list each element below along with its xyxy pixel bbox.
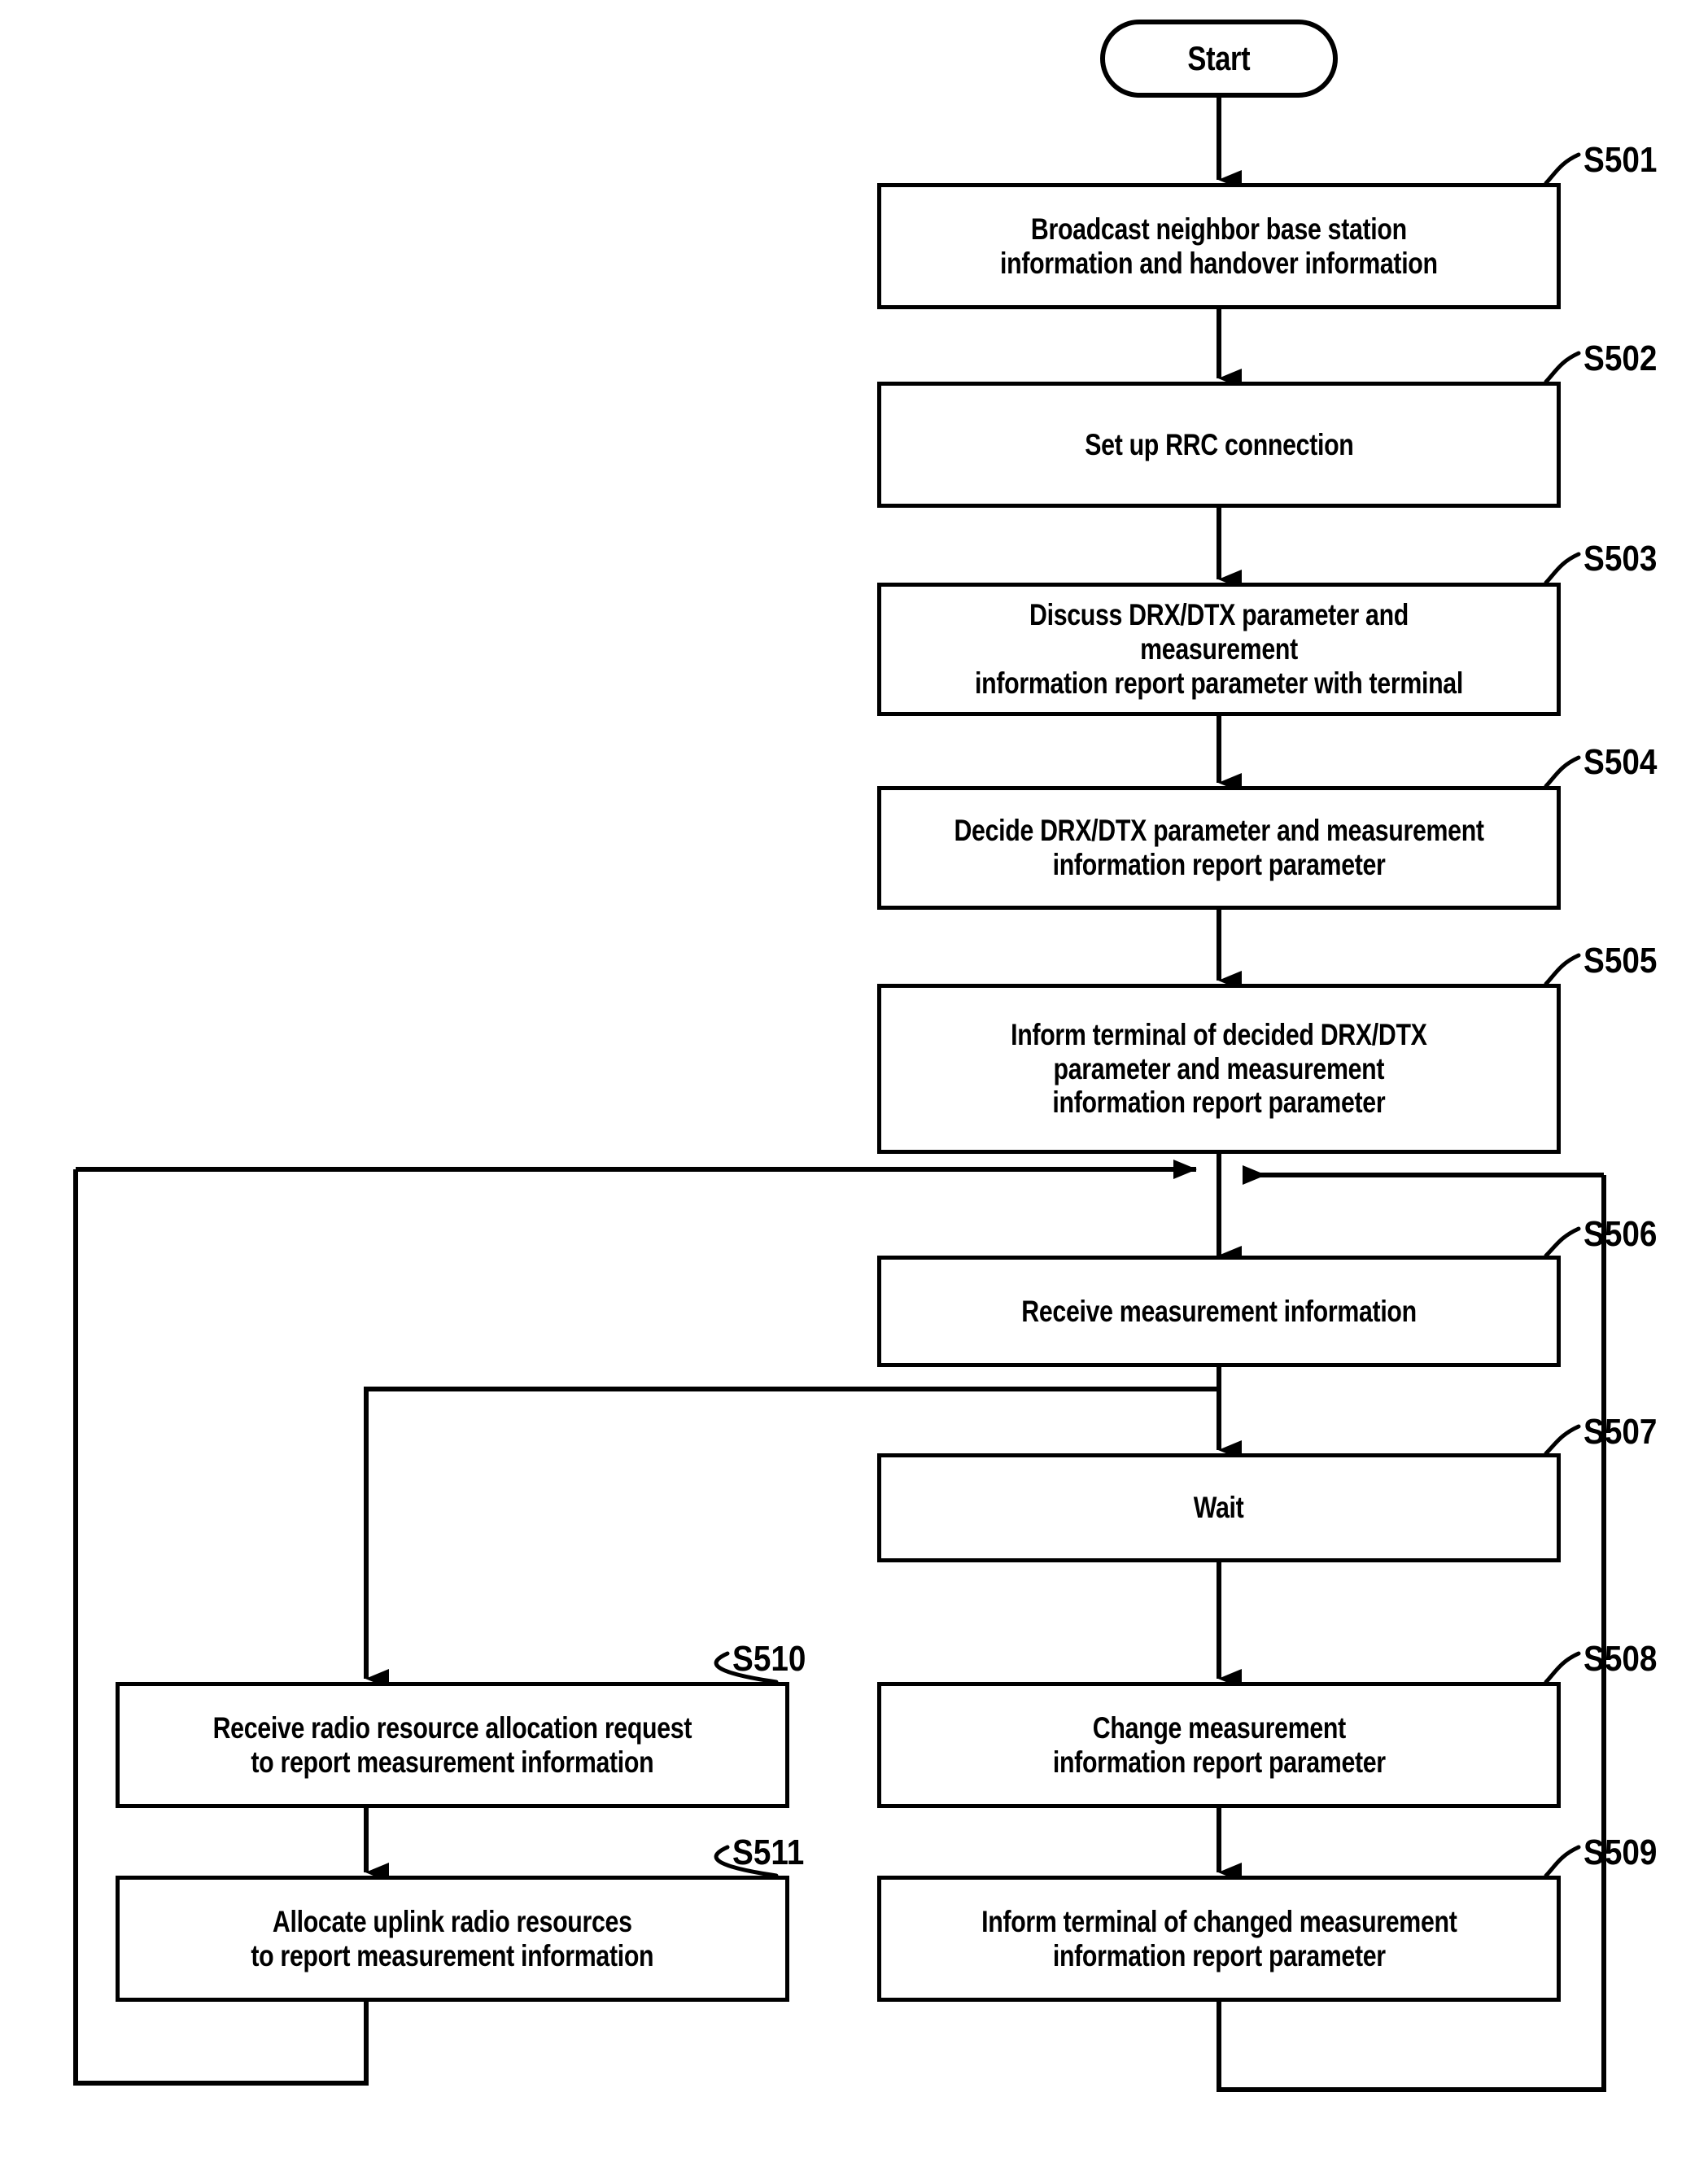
leader-s503 xyxy=(1544,552,1581,585)
process-box-s510: Receive radio resource allocation reques… xyxy=(116,1682,789,1808)
step-label-s509: S509 xyxy=(1584,1833,1658,1872)
process-box-s501: Broadcast neighbor base station informat… xyxy=(877,183,1561,309)
process-text-s509: Inform terminal of changed measurement i… xyxy=(981,1904,1457,1972)
step-label-s511: S511 xyxy=(732,1833,805,1872)
start-terminator: Start xyxy=(1100,20,1338,98)
process-box-s511: Allocate uplink radio resources to repor… xyxy=(116,1876,789,2002)
step-label-s507: S507 xyxy=(1584,1412,1658,1452)
process-box-s504: Decide DRX/DTX parameter and measurement… xyxy=(877,786,1561,910)
step-label-s504: S504 xyxy=(1584,742,1658,782)
process-box-s509: Inform terminal of changed measurement i… xyxy=(877,1876,1561,2002)
start-label: Start xyxy=(1187,39,1251,78)
process-box-s502: Set up RRC connection xyxy=(877,382,1561,508)
process-text-s501: Broadcast neighbor base station informat… xyxy=(1000,212,1438,280)
process-text-s511: Allocate uplink radio resources to repor… xyxy=(251,1904,654,1972)
step-label-s510: S510 xyxy=(732,1639,806,1679)
leader-s504 xyxy=(1544,755,1581,788)
leader-s505 xyxy=(1544,953,1581,986)
step-label-s506: S506 xyxy=(1584,1214,1658,1254)
leader-s509 xyxy=(1544,1845,1581,1878)
flowchart-canvas: Start Broadcast neighbor base station in… xyxy=(0,0,1708,2158)
step-label-s505: S505 xyxy=(1584,941,1658,981)
process-box-s507: Wait xyxy=(877,1453,1561,1562)
step-label-s503: S503 xyxy=(1584,539,1658,579)
leader-s506 xyxy=(1544,1226,1581,1258)
process-text-s508: Change measurement information report pa… xyxy=(1052,1710,1386,1779)
process-text-s505: Inform terminal of decided DRX/DTX param… xyxy=(1011,1017,1427,1120)
process-text-s503: Discuss DRX/DTX parameter and measuremen… xyxy=(975,598,1463,700)
process-text-s502: Set up RRC connection xyxy=(1084,427,1354,461)
step-label-s502: S502 xyxy=(1584,339,1658,378)
process-box-s506: Receive measurement information xyxy=(877,1256,1561,1367)
leader-s502 xyxy=(1544,351,1581,384)
process-box-s503: Discuss DRX/DTX parameter and measuremen… xyxy=(877,583,1561,716)
process-text-s507: Wait xyxy=(1194,1491,1244,1525)
process-box-s508: Change measurement information report pa… xyxy=(877,1682,1561,1808)
leader-s501 xyxy=(1544,152,1581,186)
step-label-s501: S501 xyxy=(1584,140,1658,180)
process-text-s506: Receive measurement information xyxy=(1021,1294,1417,1328)
leader-s508 xyxy=(1544,1651,1581,1684)
leader-s507 xyxy=(1544,1424,1581,1456)
process-box-s505: Inform terminal of decided DRX/DTX param… xyxy=(877,984,1561,1154)
process-text-s510: Receive radio resource allocation reques… xyxy=(212,1710,692,1779)
process-text-s504: Decide DRX/DTX parameter and measurement… xyxy=(954,814,1484,881)
step-label-s508: S508 xyxy=(1584,1639,1658,1679)
